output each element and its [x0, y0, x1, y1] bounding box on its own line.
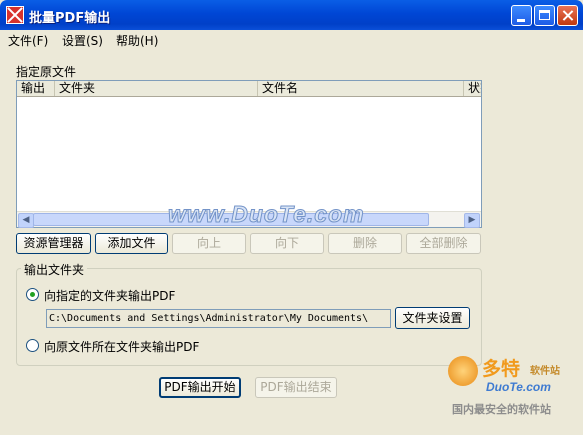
column-header-status[interactable]: 状态 — [464, 81, 481, 96]
scroll-right-arrow-icon[interactable]: ▶ — [464, 213, 480, 228]
radio-output-specified-folder[interactable] — [26, 288, 39, 301]
menu-help[interactable]: 帮助(H) — [116, 32, 158, 49]
folder-settings-button[interactable]: 文件夹设置 — [395, 307, 470, 329]
output-folder-path-field[interactable]: C:\Documents and Settings\Administrator\… — [46, 309, 391, 328]
delete-button[interactable]: 删除 — [328, 233, 402, 254]
window-title: 批量PDF输出 — [29, 11, 111, 26]
move-up-button[interactable]: 向上 — [172, 233, 246, 254]
maximize-button[interactable] — [534, 5, 555, 26]
logo-tagline: 国内最安全的软件站 — [452, 403, 551, 416]
minimize-button[interactable] — [511, 5, 532, 26]
explorer-button[interactable]: 资源管理器 — [16, 233, 91, 254]
menu-settings[interactable]: 设置(S) — [62, 32, 103, 49]
source-files-label: 指定原文件 — [16, 65, 77, 79]
radio-output-original-folder[interactable] — [26, 339, 39, 352]
output-folder-group-title: 输出文件夹 — [21, 261, 88, 278]
file-list-header: 输出 文件夹 文件名 状态 — [17, 81, 481, 97]
logo-domain-text: DuoTe.com — [486, 380, 551, 394]
radio-output-specified-folder-label[interactable]: 向指定的文件夹输出PDF — [44, 287, 175, 304]
logo-emblem-icon — [448, 356, 478, 386]
column-header-output[interactable]: 输出 — [17, 81, 55, 96]
title-bar[interactable]: 批量PDF输出 — [0, 0, 583, 30]
watermark-text: www.DuoTe.com — [168, 201, 365, 228]
column-header-folder[interactable]: 文件夹 — [55, 81, 258, 96]
logo-sub-text: 软件站 — [530, 366, 560, 377]
close-button[interactable] — [557, 5, 578, 26]
add-file-button[interactable]: 添加文件 — [95, 233, 168, 254]
stop-pdf-output-button[interactable]: PDF输出结束 — [255, 377, 337, 398]
start-pdf-output-button[interactable]: PDF输出开始 — [159, 377, 241, 398]
logo-main-text: 多特 — [482, 358, 521, 380]
menu-bar: 文件(F) 设置(S) 帮助(H) — [0, 30, 583, 48]
app-icon[interactable] — [6, 6, 24, 24]
scroll-left-arrow-icon[interactable]: ◀ — [18, 213, 34, 228]
move-down-button[interactable]: 向下 — [250, 233, 324, 254]
column-header-filename[interactable]: 文件名 — [258, 81, 464, 96]
delete-all-button[interactable]: 全部删除 — [406, 233, 481, 254]
radio-output-original-folder-label[interactable]: 向原文件所在文件夹输出PDF — [44, 338, 199, 355]
menu-file[interactable]: 文件(F) — [8, 32, 48, 49]
duote-logo: 多特 软件站 DuoTe.com 国内最安全的软件站 — [448, 352, 580, 422]
